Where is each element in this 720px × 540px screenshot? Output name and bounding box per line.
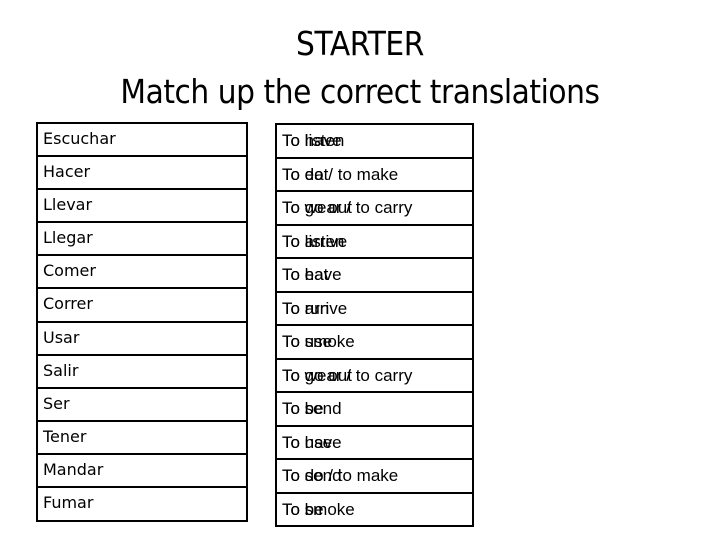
translation-overlay-text: To run — [282, 298, 330, 318]
spanish-word-cell: Llevar — [38, 190, 246, 224]
translation-overlay-text: To arrive — [282, 231, 348, 251]
translation-overlay-text: To go out — [282, 198, 352, 217]
spanish-word-cell: Correr — [38, 289, 246, 323]
slide-title: STARTER — [296, 24, 424, 63]
slide-subtitle: Match up the correct translations — [120, 72, 600, 111]
english-translation-cell[interactable]: To smoke To use — [277, 326, 472, 360]
english-translation-cell[interactable]: To listen To have — [277, 125, 472, 159]
translation-overlay-text: To be — [282, 399, 324, 418]
english-translation-cell[interactable]: To listen To arrive — [277, 226, 472, 259]
translation-overlay-text: To use — [282, 432, 333, 452]
english-translation-cell[interactable]: To wear / to carry To go out — [277, 192, 472, 226]
english-translation-cell[interactable]: To do / to make To send — [277, 460, 472, 494]
english-translation-cell[interactable]: To do / to make To eat — [277, 159, 472, 192]
translation-overlay-text: To go out — [282, 365, 352, 385]
spanish-word-cell: Comer — [38, 256, 246, 290]
translation-overlay-text: To eat — [282, 265, 329, 284]
spanish-word-cell: Usar — [38, 323, 246, 356]
translation-overlay-text: To be — [282, 499, 324, 519]
english-translation-cell[interactable]: To send To be — [277, 393, 472, 427]
english-translation-cell[interactable]: To have To use — [277, 427, 472, 460]
english-translation-cell[interactable]: To smoke To be — [277, 494, 472, 528]
english-translation-cell[interactable]: To wear / to carry To go out — [277, 360, 472, 393]
spanish-word-cell: Salir — [38, 356, 246, 389]
english-translation-cell[interactable]: To arrive To run — [277, 293, 472, 326]
translation-overlay-text: To eat — [282, 164, 329, 184]
spanish-word-cell: Fumar — [43, 493, 94, 513]
translation-overlay-text: To use — [282, 332, 333, 351]
spanish-word-cell: Mandar — [38, 455, 246, 489]
translation-overlay-text: To have — [282, 131, 342, 150]
spanish-word-cell: Tener — [38, 422, 246, 455]
spanish-word-cell: Ser — [38, 389, 246, 422]
spanish-word-cell: Escuchar — [38, 124, 246, 158]
spanish-word-cell: Llegar — [38, 223, 246, 257]
english-translation-cell[interactable]: To have To eat — [277, 259, 472, 293]
translation-overlay-text: To send — [282, 466, 342, 485]
english-translations-table: To listen To have To do / to make To eat… — [275, 123, 474, 527]
spanish-word-cell: Hacer — [38, 157, 246, 191]
spanish-words-table: Escuchar Hacer Llevar Llegar Comer Corre… — [36, 122, 248, 522]
